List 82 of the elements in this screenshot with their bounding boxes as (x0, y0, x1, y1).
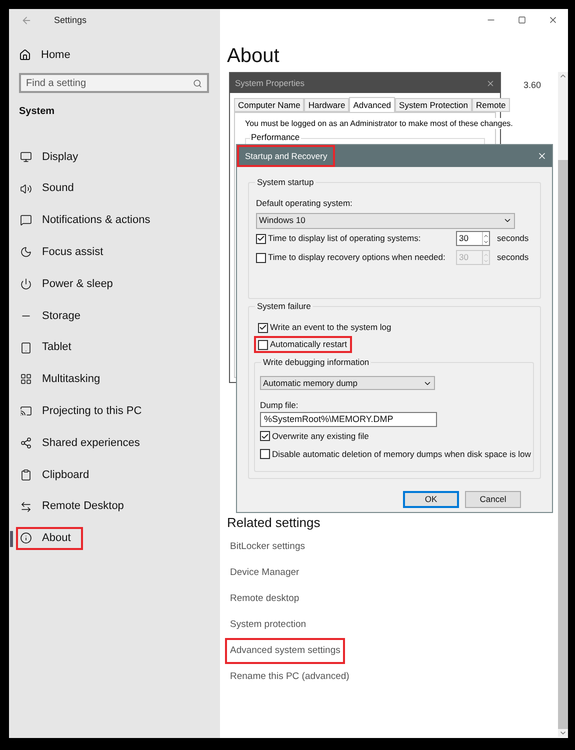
field-label: Dump file: (260, 399, 300, 412)
sidebar-item[interactable]: Storage (16, 304, 93, 328)
checkbox-label: Overwrite any existing file (272, 430, 369, 443)
sidebar-item[interactable]: Remote Desktop (16, 495, 136, 518)
checkbox-label: Disable automatic deletion of memory dumps when disk space is low (272, 448, 531, 461)
tab[interactable]: Advanced (349, 97, 396, 113)
sidebar-item[interactable]: Multitasking (16, 368, 112, 391)
settings-link[interactable]: Rename this PC (advanced) (225, 664, 354, 690)
scroll-down-icon[interactable] (559, 729, 567, 737)
scroll-up-icon[interactable] (559, 72, 567, 80)
checkbox-row[interactable]: Automatically restart (254, 336, 352, 353)
settings-link[interactable]: Device Manager (225, 560, 304, 586)
unit-text: seconds (497, 251, 529, 264)
sidebar-item[interactable]: Notifications & actions (16, 208, 162, 232)
sidebar-item[interactable]: Power & sleep (16, 272, 125, 296)
close-icon[interactable] (537, 151, 547, 161)
number-spinner[interactable]: 30 (456, 231, 490, 246)
sidebar-item[interactable]: About (16, 526, 83, 550)
sidebar-item[interactable]: Focus assist (16, 240, 116, 264)
tab[interactable]: Computer Name (234, 98, 304, 112)
checkbox-row[interactable]: Write an event to the system log (254, 319, 396, 336)
checkbox-label: Time to display list of operating systems: (268, 232, 422, 246)
home-item[interactable]: Home (19, 45, 220, 65)
tab[interactable]: System Protection (395, 98, 472, 112)
settings-link[interactable]: System protection (225, 612, 312, 638)
checkbox[interactable] (258, 340, 268, 350)
os-dropdown[interactable]: Windows 10 (256, 212, 515, 229)
search-field[interactable]: Find a setting (19, 73, 209, 93)
close-icon[interactable] (548, 14, 558, 24)
sidebar-item[interactable]: Display (16, 145, 90, 168)
dialog-button[interactable]: Cancel (465, 491, 521, 508)
down-icon[interactable] (483, 238, 489, 245)
power-icon (20, 278, 32, 290)
section-heading: Related settings (227, 514, 322, 532)
search-icon (193, 78, 202, 88)
cast-icon (20, 405, 32, 418)
speaker-icon (20, 182, 32, 195)
up-icon[interactable] (483, 232, 489, 239)
info-icon (20, 532, 32, 544)
dialog-title: Startup and Recovery (237, 145, 336, 167)
share-icon (20, 437, 32, 450)
unit-text: seconds (497, 232, 529, 246)
maximize-icon[interactable] (518, 16, 526, 24)
checkbox[interactable] (260, 449, 270, 460)
tab[interactable]: Remote (472, 98, 510, 112)
sidebar-item[interactable]: Tablet (16, 336, 84, 360)
close-icon[interactable] (486, 78, 495, 88)
search-input[interactable]: Find a setting (26, 76, 193, 90)
dump-type-dropdown[interactable]: Automatic memory dump (260, 376, 435, 390)
message-icon (20, 214, 32, 226)
settings-link[interactable]: Advanced system settings (225, 638, 346, 664)
window-title: Settings (54, 14, 87, 27)
section-title: System (19, 105, 56, 119)
group-label: System startup (255, 176, 316, 188)
checkbox-label: Time to display recovery options when needed: (268, 251, 446, 264)
dump-file-field[interactable]: %SystemRoot%\MEMORY.DMP (260, 412, 437, 427)
group-label: Performance (250, 132, 301, 143)
checkbox[interactable] (256, 234, 266, 244)
grid-icon (20, 373, 32, 386)
home-icon (19, 49, 31, 61)
group-label: Write debugging information (261, 356, 372, 368)
sidebar-item[interactable]: Clipboard (16, 463, 102, 486)
tab[interactable]: Hardware (304, 98, 350, 112)
dialog-button[interactable]: OK (403, 491, 459, 508)
arrows-icon (20, 500, 32, 513)
checkbox[interactable] (258, 322, 268, 332)
sidebar-item[interactable]: Sound (16, 177, 86, 200)
sidebar-item[interactable]: Projecting to this PC (16, 400, 154, 423)
value-text: 3.60 (523, 79, 541, 92)
page-title: About (227, 44, 280, 69)
moon-icon (20, 246, 32, 258)
dialog-title: System Properties (235, 76, 304, 90)
settings-link[interactable]: Remote desktop (225, 586, 304, 612)
notice-text: You must be logged on as an Administrator to make most of these changes. (245, 118, 513, 129)
settings-link[interactable]: BitLocker settings (225, 534, 310, 560)
sidebar-item[interactable]: Shared experiences (16, 432, 152, 455)
group-label: System failure (255, 300, 313, 312)
clipboard-icon (20, 468, 32, 481)
tablet-icon (20, 342, 32, 354)
monitor-icon (20, 150, 32, 163)
checkbox[interactable] (260, 431, 270, 442)
field-label: Default operating system: (256, 197, 354, 210)
